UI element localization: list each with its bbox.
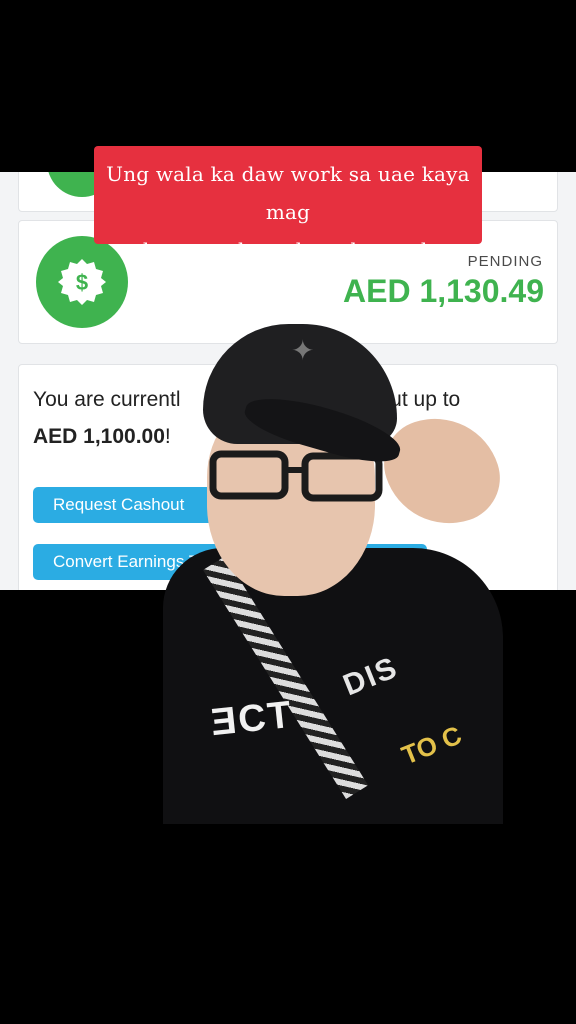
jumpman-logo-icon: ✦ [291, 335, 315, 366]
caption-line-1: Ung wala ka daw work sa uae kaya mag [106, 162, 470, 224]
caption-line-2: hanap nalang daw ako work [142, 238, 434, 262]
svg-text:$: $ [76, 270, 88, 295]
pending-amount: AED 1,130.49 [342, 273, 544, 309]
presenter-shirt [163, 548, 503, 824]
video-caption: Ung wala ka daw work sa uae kaya mag han… [94, 146, 482, 262]
cashout-text-prefix: You are currentl [33, 388, 181, 411]
shirt-print-main: ƎCT [208, 693, 295, 745]
presenter-overlay: DIS ƎCT TO C ✦ [163, 320, 512, 825]
cashout-amount: AED 1,100.00 [33, 425, 165, 448]
